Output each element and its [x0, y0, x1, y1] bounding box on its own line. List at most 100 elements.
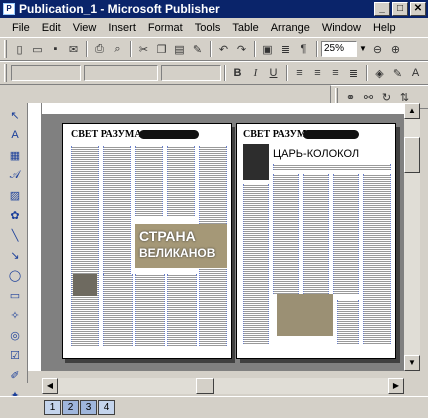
text-column[interactable]	[363, 174, 391, 344]
scroll-left-button[interactable]: ◀	[42, 378, 58, 394]
title-bar: P Publication_1 - Microsoft Publisher _ …	[0, 0, 428, 18]
zoom-dropdown-arrow[interactable]: ▼	[357, 41, 369, 57]
new-icon[interactable]: ▯	[11, 41, 28, 57]
align-left-icon[interactable]: ≡	[291, 65, 308, 81]
zoom-out-icon[interactable]: ⊖	[369, 41, 386, 57]
menu-edit[interactable]: Edit	[36, 22, 67, 34]
insert-picture-icon[interactable]: ▣	[259, 41, 276, 57]
italic-icon[interactable]: I	[247, 65, 264, 81]
close-button[interactable]: ✕	[410, 2, 426, 16]
autoshapes-icon[interactable]: ✧	[6, 307, 24, 323]
menu-window[interactable]: Window	[316, 22, 367, 34]
pointer-icon[interactable]: ↖	[6, 107, 24, 123]
horizontal-scrollbar[interactable]: ◀ ▶	[42, 378, 404, 394]
text-column[interactable]	[103, 274, 133, 346]
print-icon[interactable]: ⎙	[91, 41, 108, 57]
undo-icon[interactable]: ↶	[215, 41, 232, 57]
line-icon[interactable]: ╲	[6, 227, 24, 243]
menu-file[interactable]: File	[6, 22, 36, 34]
format-painter-icon[interactable]: ✎	[189, 41, 206, 57]
special-characters-icon[interactable]: ¶	[295, 41, 312, 57]
picture-frame[interactable]	[73, 274, 97, 296]
align-center-icon[interactable]: ≡	[309, 65, 326, 81]
menu-insert[interactable]: Insert	[102, 22, 142, 34]
print-preview-icon[interactable]: ⌕	[109, 41, 126, 57]
underline-icon[interactable]: U	[265, 65, 282, 81]
text-column[interactable]	[71, 146, 99, 346]
hot-spot-icon[interactable]: ◎	[6, 327, 24, 343]
page-right[interactable]: СВЕТ РАЗУМА ЦАРЬ-КОЛОКОЛ	[236, 123, 396, 359]
html-fragment-icon[interactable]: ✐	[6, 367, 24, 383]
text-column[interactable]	[167, 274, 197, 346]
vertical-ruler[interactable]	[28, 103, 42, 371]
text-column[interactable]	[333, 174, 359, 294]
cut-icon[interactable]: ✂	[135, 41, 152, 57]
zoom-combo[interactable]: 25%	[321, 41, 357, 57]
text-column[interactable]	[273, 164, 391, 170]
menu-help[interactable]: Help	[367, 22, 402, 34]
separator	[366, 65, 368, 81]
text-column[interactable]	[303, 174, 329, 294]
separator	[316, 41, 318, 57]
page-tab-3[interactable]: 3	[80, 400, 97, 415]
text-column[interactable]	[243, 184, 269, 344]
menu-arrange[interactable]: Arrange	[265, 22, 316, 34]
align-right-icon[interactable]: ≡	[327, 65, 344, 81]
page-tab-4[interactable]: 4	[98, 400, 115, 415]
font-combo[interactable]	[84, 65, 158, 81]
minimize-button[interactable]: _	[374, 2, 390, 16]
scroll-down-button[interactable]: ▼	[404, 355, 420, 371]
text-column[interactable]	[135, 274, 165, 346]
text-column[interactable]	[135, 146, 163, 216]
text-column[interactable]	[337, 300, 359, 344]
menu-tools[interactable]: Tools	[189, 22, 227, 34]
paste-icon[interactable]: ▤	[171, 41, 188, 57]
clip-art-icon[interactable]: ✿	[6, 207, 24, 223]
text-box-icon[interactable]: A	[6, 127, 24, 143]
page-tab-2[interactable]: 2	[62, 400, 79, 415]
publisher-icon[interactable]: P	[3, 3, 15, 15]
zoom-in-icon[interactable]: ⊕	[387, 41, 404, 57]
maximize-button[interactable]: □	[392, 2, 408, 16]
vertical-scroll-thumb[interactable]	[404, 137, 420, 173]
scroll-right-button[interactable]: ▶	[388, 378, 404, 394]
line-color-icon[interactable]: ✎	[389, 65, 406, 81]
horizontal-scroll-thumb[interactable]	[196, 378, 214, 394]
menu-format[interactable]: Format	[142, 22, 189, 34]
page-tab-1[interactable]: 1	[44, 400, 61, 415]
style-combo[interactable]	[11, 65, 81, 81]
copy-icon[interactable]: ❐	[153, 41, 170, 57]
toolbar-grip[interactable]	[4, 40, 7, 58]
font-color-icon[interactable]: A	[407, 65, 424, 81]
vertical-scrollbar[interactable]: ▲ ▼	[404, 103, 420, 371]
mail-icon[interactable]: ✉	[65, 41, 82, 57]
font-size-combo[interactable]	[161, 65, 221, 81]
open-icon[interactable]: ▭	[29, 41, 46, 57]
page-left[interactable]: СВЕТ РАЗУМА СТРАНА ВЕЛИКАНОВ	[62, 123, 232, 359]
menu-view[interactable]: View	[67, 22, 103, 34]
page-navigator: 1 2 3 4	[0, 396, 428, 418]
scroll-up-button[interactable]: ▲	[404, 103, 420, 119]
wordart-icon[interactable]: 𝒜	[6, 167, 24, 183]
picture-frame-icon[interactable]: ▨	[6, 187, 24, 203]
bell-picture[interactable]	[243, 144, 269, 180]
article-picture[interactable]	[277, 294, 333, 336]
oval-icon[interactable]: ◯	[6, 267, 24, 283]
form-control-icon[interactable]: ☑	[6, 347, 24, 363]
separator	[210, 41, 212, 57]
justify-icon[interactable]: ≣	[345, 65, 362, 81]
table-icon[interactable]: ▦	[6, 147, 24, 163]
bold-icon[interactable]: B	[229, 65, 246, 81]
toolbar-grip[interactable]	[4, 64, 7, 82]
redo-icon[interactable]: ↷	[233, 41, 250, 57]
columns-icon[interactable]: ≣	[277, 41, 294, 57]
horizontal-ruler[interactable]	[28, 103, 404, 115]
rectangle-icon[interactable]: ▭	[6, 287, 24, 303]
text-column[interactable]	[167, 146, 195, 216]
arrow-icon[interactable]: ↘	[6, 247, 24, 263]
fill-color-icon[interactable]: ◈	[371, 65, 388, 81]
menu-table[interactable]: Table	[226, 22, 264, 34]
save-icon[interactable]: ▪	[47, 41, 64, 57]
feature-title-line2: ВЕЛИКАНОВ	[139, 246, 216, 260]
text-column[interactable]	[273, 174, 299, 294]
